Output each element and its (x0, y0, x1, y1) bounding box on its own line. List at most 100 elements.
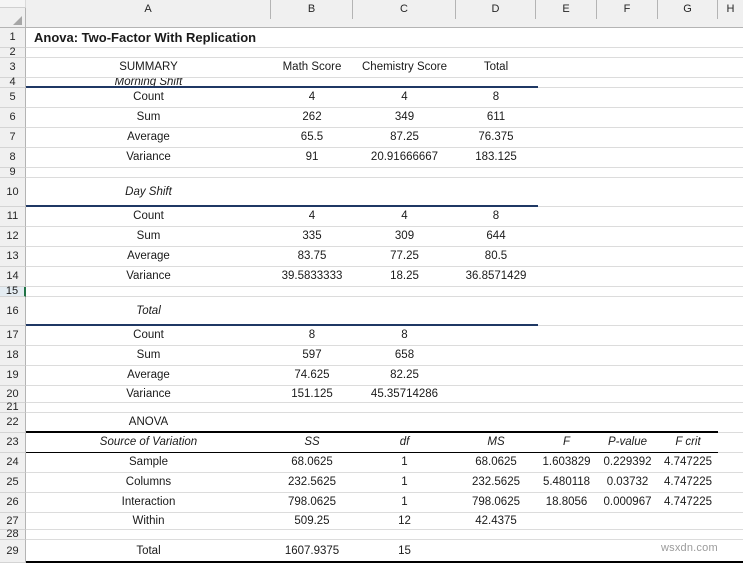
cell-A8[interactable]: Variance (26, 148, 271, 168)
cell-C17[interactable]: 8 (353, 326, 456, 346)
cell-B6[interactable]: 262 (271, 108, 353, 128)
cell-B19[interactable]: 74.625 (271, 366, 353, 386)
cell-B27[interactable]: 509.25 (271, 513, 353, 530)
cell-G23[interactable]: F crit (658, 433, 718, 453)
cell-C29[interactable]: 15 (353, 540, 456, 563)
select-all-corner[interactable] (0, 8, 26, 28)
row-header-9[interactable]: 9 (0, 167, 26, 178)
cell-A18[interactable]: Sum (26, 346, 271, 366)
cell-B13[interactable]: 83.75 (271, 247, 353, 267)
column-header-d[interactable]: D (456, 0, 536, 19)
cell-B29[interactable]: 1607.9375 (271, 540, 353, 563)
row-header-25[interactable]: 25 (0, 473, 26, 493)
cell-E24[interactable]: 1.603829 (536, 453, 597, 473)
cell-D5[interactable]: 8 (456, 88, 536, 108)
row-header-5[interactable]: 5 (0, 88, 26, 108)
cell-F24[interactable]: 0.229392 (597, 453, 658, 473)
cell-B7[interactable]: 65.5 (271, 128, 353, 148)
cell-A19[interactable]: Average (26, 366, 271, 386)
column-header-e[interactable]: E (536, 0, 597, 19)
cell-C24[interactable]: 1 (353, 453, 456, 473)
row-header-2[interactable]: 2 (0, 47, 26, 58)
cell-B20[interactable]: 151.125 (271, 386, 353, 403)
row-header-24[interactable]: 24 (0, 453, 26, 473)
cell-D7[interactable]: 76.375 (456, 128, 536, 148)
row-header-11[interactable]: 11 (0, 207, 26, 227)
cell-A17[interactable]: Count (26, 326, 271, 346)
cell-E26[interactable]: 18.8056 (536, 493, 597, 513)
cell-A3[interactable]: SUMMARY (26, 58, 271, 78)
row-header-15[interactable]: 15 (0, 286, 26, 297)
cell-C5[interactable]: 4 (353, 88, 456, 108)
cell-C26[interactable]: 1 (353, 493, 456, 513)
cell-A27[interactable]: Within (26, 513, 271, 530)
cell-B8[interactable]: 91 (271, 148, 353, 168)
row-header-12[interactable]: 12 (0, 227, 26, 247)
cell-C8[interactable]: 20.91666667 (353, 148, 456, 168)
row-header-1[interactable]: 1 (0, 28, 26, 48)
cell-A11[interactable]: Count (26, 207, 271, 227)
cell-B24[interactable]: 68.0625 (271, 453, 353, 473)
cell-B25[interactable]: 232.5625 (271, 473, 353, 493)
cell-C25[interactable]: 1 (353, 473, 456, 493)
cell-D25[interactable]: 232.5625 (456, 473, 536, 493)
cell-D12[interactable]: 644 (456, 227, 536, 247)
cell-A14[interactable]: Variance (26, 267, 271, 287)
cell-E25[interactable]: 5.480118 (536, 473, 597, 493)
row-header-16[interactable]: 16 (0, 297, 26, 326)
cell-A23[interactable]: Source of Variation (26, 433, 271, 453)
column-header-h[interactable]: H (718, 0, 743, 19)
cell-E23[interactable]: F (536, 433, 597, 453)
cell-B23[interactable]: SS (271, 433, 353, 453)
row-header-22[interactable]: 22 (0, 413, 26, 433)
cell-B18[interactable]: 597 (271, 346, 353, 366)
cell-D11[interactable]: 8 (456, 207, 536, 227)
cell-A25[interactable]: Columns (26, 473, 271, 493)
cell-C13[interactable]: 77.25 (353, 247, 456, 267)
row-header-7[interactable]: 7 (0, 128, 26, 148)
row-header-26[interactable]: 26 (0, 493, 26, 513)
cell-A22[interactable]: ANOVA (26, 413, 271, 433)
cell-C20[interactable]: 45.35714286 (353, 386, 456, 403)
row-header-17[interactable]: 17 (0, 326, 26, 346)
row-header-18[interactable]: 18 (0, 346, 26, 366)
cell-D26[interactable]: 798.0625 (456, 493, 536, 513)
cell-A24[interactable]: Sample (26, 453, 271, 473)
cell-A20[interactable]: Variance (26, 386, 271, 403)
cell-C3[interactable]: Chemistry Score (353, 58, 456, 78)
cell-F26[interactable]: 0.000967 (597, 493, 658, 513)
cell-B17[interactable]: 8 (271, 326, 353, 346)
row-header-8[interactable]: 8 (0, 148, 26, 168)
cell-B26[interactable]: 798.0625 (271, 493, 353, 513)
row-header-23[interactable]: 23 (0, 433, 26, 453)
cell-G24[interactable]: 4.747225 (658, 453, 718, 473)
cell-D6[interactable]: 611 (456, 108, 536, 128)
cell-C6[interactable]: 349 (353, 108, 456, 128)
cell-D13[interactable]: 80.5 (456, 247, 536, 267)
column-header-g[interactable]: G (658, 0, 718, 19)
cell-A12[interactable]: Sum (26, 227, 271, 247)
cell-C11[interactable]: 4 (353, 207, 456, 227)
cell-A1[interactable]: Anova: Two-Factor With Replication (26, 28, 271, 48)
column-header-a[interactable]: A (26, 0, 271, 19)
cell-D8[interactable]: 183.125 (456, 148, 536, 168)
cell-B3[interactable]: Math Score (271, 58, 353, 78)
column-header-b[interactable]: B (271, 0, 353, 19)
cell-A26[interactable]: Interaction (26, 493, 271, 513)
cell-C12[interactable]: 309 (353, 227, 456, 247)
cell-D27[interactable]: 42.4375 (456, 513, 536, 530)
cell-C23[interactable]: df (353, 433, 456, 453)
cell-A5[interactable]: Count (26, 88, 271, 108)
row-header-19[interactable]: 19 (0, 366, 26, 386)
cell-F23[interactable]: P-value (597, 433, 658, 453)
row-header-6[interactable]: 6 (0, 108, 26, 128)
cell-D23[interactable]: MS (456, 433, 536, 453)
cell-G26[interactable]: 4.747225 (658, 493, 718, 513)
cell-D24[interactable]: 68.0625 (456, 453, 536, 473)
cell-G25[interactable]: 4.747225 (658, 473, 718, 493)
row-header-21[interactable]: 21 (0, 402, 26, 413)
cell-A13[interactable]: Average (26, 247, 271, 267)
cell-B5[interactable]: 4 (271, 88, 353, 108)
cell-A29[interactable]: Total (26, 540, 271, 563)
row-header-10[interactable]: 10 (0, 178, 26, 207)
